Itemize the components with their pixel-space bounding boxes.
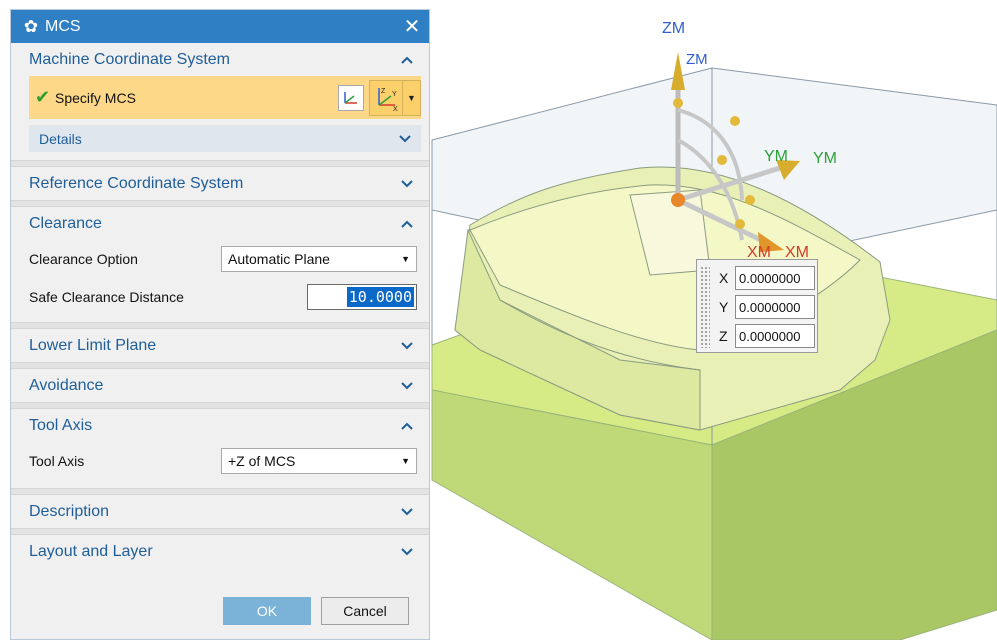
handle-ball[interactable] [730, 116, 740, 126]
chevron-down-icon[interactable] [397, 131, 413, 147]
handle-ball[interactable] [735, 219, 745, 229]
section-avoidance[interactable]: Avoidance [11, 369, 429, 402]
section-label: Tool Axis [29, 416, 93, 434]
section-label: Avoidance [29, 376, 104, 394]
section-machine-coordinate-system[interactable]: Machine Coordinate System [11, 43, 429, 76]
coord-y-input[interactable]: 0.0000000 [735, 295, 815, 319]
csys-icon[interactable]: ZY X [369, 79, 403, 116]
clearance-option-label: Clearance Option [29, 251, 138, 267]
clearance-option-row: Clearance Option Automatic Plane ▼ [11, 240, 429, 278]
chevron-down-icon[interactable] [399, 544, 415, 560]
origin-handle[interactable] [671, 193, 685, 207]
csys-dropdown-arrow-icon[interactable]: ▼ [403, 79, 421, 116]
z-arrow-icon[interactable] [671, 52, 685, 90]
section-divider [11, 402, 429, 409]
dialog-footer: OK Cancel [11, 583, 429, 639]
coord-z-label: Z [719, 328, 728, 344]
coord-z-input[interactable]: 0.0000000 [735, 324, 815, 348]
safe-clearance-input[interactable]: 10.0000 [307, 284, 417, 310]
dropdown-arrow-icon[interactable]: ▼ [401, 254, 410, 264]
tool-axis-row: Tool Axis +Z of MCS ▼ [11, 442, 429, 480]
tool-axis-value: +Z of MCS [228, 453, 296, 469]
section-label: Machine Coordinate System [29, 50, 230, 68]
specify-mcs-row[interactable]: ✔ Specify MCS ZY X ▼ [29, 76, 421, 119]
section-label: Layout and Layer [29, 542, 153, 560]
section-label: Clearance [29, 214, 102, 232]
ok-button[interactable]: OK [223, 597, 311, 625]
section-clearance[interactable]: Clearance [11, 207, 429, 240]
axis-label-zm-inner: ZM [686, 51, 708, 68]
section-divider [11, 322, 429, 329]
coord-x-label: X [719, 270, 729, 286]
tool-axis-select[interactable]: +Z of MCS ▼ [221, 448, 417, 474]
chevron-down-icon[interactable] [399, 338, 415, 354]
coord-z-row: Z 0.0000000 [719, 323, 815, 349]
section-layout-and-layer[interactable]: Layout and Layer [11, 535, 429, 568]
chevron-up-icon[interactable] [399, 216, 415, 232]
section-divider [11, 528, 429, 535]
section-divider [11, 200, 429, 207]
check-icon: ✔ [35, 87, 51, 107]
close-icon[interactable]: ✕ [395, 14, 429, 39]
section-label: Description [29, 502, 110, 520]
drag-grip-handle[interactable] [700, 266, 710, 348]
clearance-option-value: Automatic Plane [228, 251, 330, 267]
gear-icon: ✿ [23, 16, 39, 36]
coordinate-input-panel: X 0.0000000 Y 0.0000000 Z 0.0000000 [696, 259, 818, 353]
handle-ball[interactable] [745, 195, 755, 205]
dialog-title: MCS [45, 17, 81, 35]
coord-y-row: Y 0.0000000 [719, 294, 815, 320]
svg-text:Z: Z [381, 88, 386, 95]
dropdown-arrow-icon[interactable]: ▼ [401, 456, 410, 466]
section-description[interactable]: Description [11, 495, 429, 528]
axis-label-zm: ZM [662, 20, 686, 37]
section-reference-coordinate-system[interactable]: Reference Coordinate System [11, 167, 429, 200]
specify-mcs-label: Specify MCS [55, 89, 136, 106]
section-label: Lower Limit Plane [29, 336, 157, 354]
svg-text:Y: Y [392, 91, 397, 98]
safe-clearance-label: Safe Clearance Distance [29, 289, 184, 305]
section-divider [11, 488, 429, 495]
svg-text:X: X [393, 106, 398, 111]
handle-ball[interactable] [717, 155, 727, 165]
cancel-button[interactable]: Cancel [321, 597, 409, 625]
details-label: Details [39, 130, 82, 147]
axis-label-ym: YM [764, 148, 788, 165]
section-divider [11, 160, 429, 167]
chevron-down-icon[interactable] [399, 504, 415, 520]
chevron-up-icon[interactable] [399, 52, 415, 68]
details-subsection[interactable]: Details [29, 125, 421, 152]
axis-label-ym-2: YM [813, 150, 837, 167]
safe-clearance-value: 10.0000 [346, 287, 414, 307]
csys-dialog-icon[interactable] [338, 84, 364, 111]
clearance-option-select[interactable]: Automatic Plane ▼ [221, 246, 417, 272]
dialog-title-bar[interactable]: ✿ MCS ✕ [11, 10, 429, 43]
handle-ball[interactable] [673, 98, 683, 108]
section-tool-axis[interactable]: Tool Axis [11, 409, 429, 442]
coord-y-label: Y [719, 299, 729, 315]
mcs-dialog: ✿ MCS ✕ Machine Coordinate System ✔ Spec… [10, 9, 430, 640]
section-divider [11, 362, 429, 369]
section-lower-limit-plane[interactable]: Lower Limit Plane [11, 329, 429, 362]
tool-axis-label: Tool Axis [29, 453, 85, 469]
chevron-up-icon[interactable] [399, 418, 415, 434]
section-label: Reference Coordinate System [29, 174, 244, 192]
coord-x-row: X 0.0000000 [719, 265, 815, 291]
safe-clearance-row: Safe Clearance Distance 10.0000 [11, 278, 429, 316]
chevron-down-icon[interactable] [399, 176, 415, 192]
chevron-down-icon[interactable] [399, 378, 415, 394]
coord-x-input[interactable]: 0.0000000 [735, 266, 815, 290]
